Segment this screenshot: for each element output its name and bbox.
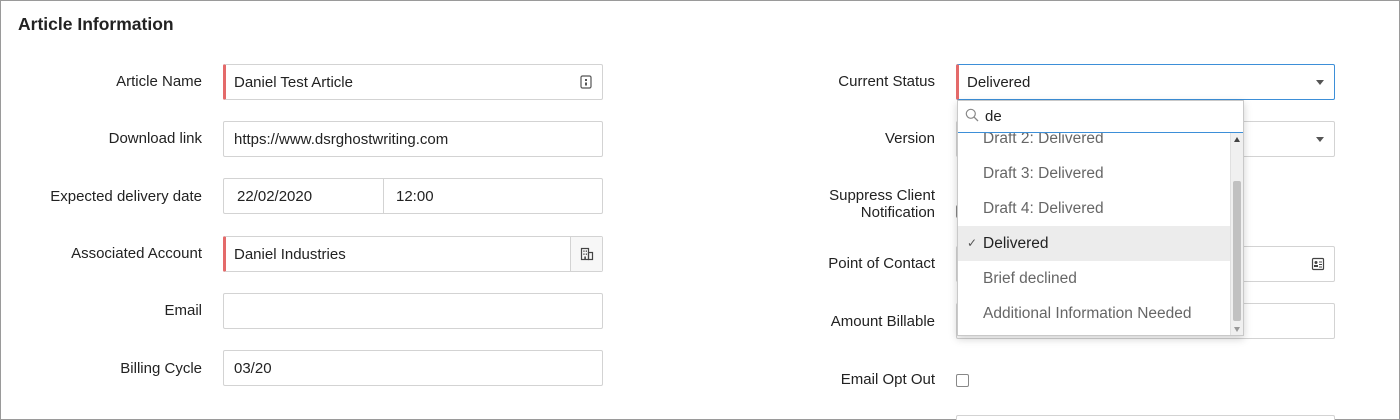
- next-field-partial[interactable]: [956, 415, 1335, 420]
- scroll-down-arrow-icon[interactable]: [1234, 327, 1240, 332]
- billing-cycle-field[interactable]: 03/20: [223, 350, 603, 386]
- article-name-label: Article Name: [116, 73, 202, 90]
- associated-account-value: Daniel Industries: [234, 245, 346, 263]
- date-time-divider: [383, 179, 384, 213]
- search-icon: [965, 108, 979, 122]
- suppress-client-label-line2: Notification: [860, 204, 935, 221]
- delivery-time-input[interactable]: 12:00: [396, 188, 434, 205]
- email-opt-out-checkbox[interactable]: [956, 374, 969, 387]
- download-link-value: https://www.dsrghostwriting.com: [234, 130, 449, 148]
- version-label: Version: [884, 130, 935, 147]
- download-link-label: Download link: [108, 130, 202, 147]
- billing-cycle-label: Billing Cycle: [120, 360, 202, 377]
- current-status-label: Current Status: [838, 73, 935, 90]
- status-dropdown: de Draft 2: Delivered Draft 3: Delivered…: [957, 100, 1244, 336]
- dropdown-scrollbar[interactable]: [1230, 133, 1243, 335]
- article-name-value: Daniel Test Article: [234, 73, 353, 91]
- building-icon[interactable]: [570, 237, 602, 271]
- billing-cycle-value: 03/20: [234, 359, 272, 377]
- email-opt-out-label: Email Opt Out: [840, 371, 935, 388]
- delivery-date-input[interactable]: 22/02/2020: [237, 188, 312, 205]
- id-card-icon[interactable]: [570, 65, 602, 99]
- amount-billable-label: Amount Billable: [830, 313, 935, 330]
- chevron-down-icon[interactable]: [1316, 80, 1324, 85]
- dropdown-option[interactable]: Draft 2: Delivered: [958, 133, 1230, 156]
- article-information-panel: Article Information Article Name Daniel …: [0, 0, 1400, 420]
- expected-delivery-label: Expected delivery date: [50, 188, 202, 205]
- dropdown-option[interactable]: Draft 3: Delivered: [958, 156, 1230, 191]
- expected-delivery-field: 22/02/2020 12:00: [223, 178, 603, 214]
- email-field[interactable]: [223, 293, 603, 329]
- point-of-contact-label: Point of Contact: [828, 255, 935, 272]
- associated-account-label: Associated Account: [71, 245, 202, 262]
- dropdown-option[interactable]: Draft 4: Delivered: [958, 191, 1230, 226]
- scrollbar-thumb[interactable]: [1233, 181, 1241, 321]
- article-name-field[interactable]: Daniel Test Article: [223, 64, 603, 100]
- dropdown-search-value[interactable]: de: [985, 108, 1002, 125]
- dropdown-option[interactable]: Additional Information Needed: [958, 296, 1230, 331]
- scroll-up-arrow-icon[interactable]: [1234, 137, 1240, 142]
- dropdown-search-field[interactable]: de: [958, 101, 1243, 133]
- current-status-value: Delivered: [967, 73, 1031, 91]
- associated-account-field[interactable]: Daniel Industries: [223, 236, 603, 272]
- chevron-down-icon[interactable]: [1316, 137, 1324, 142]
- contact-card-icon[interactable]: [1302, 247, 1334, 281]
- download-link-field[interactable]: https://www.dsrghostwriting.com: [223, 121, 603, 157]
- dropdown-option-selected[interactable]: ✓ Delivered: [958, 226, 1230, 261]
- dropdown-option[interactable]: Brief declined: [958, 261, 1230, 296]
- suppress-client-label-line1: Suppress Client: [829, 187, 935, 204]
- email-label: Email: [164, 302, 202, 319]
- checkmark-icon: ✓: [967, 236, 978, 250]
- current-status-select[interactable]: Delivered: [956, 64, 1335, 100]
- section-title: Article Information: [18, 14, 174, 34]
- dropdown-options-list: Draft 2: Delivered Draft 3: Delivered Dr…: [958, 133, 1230, 335]
